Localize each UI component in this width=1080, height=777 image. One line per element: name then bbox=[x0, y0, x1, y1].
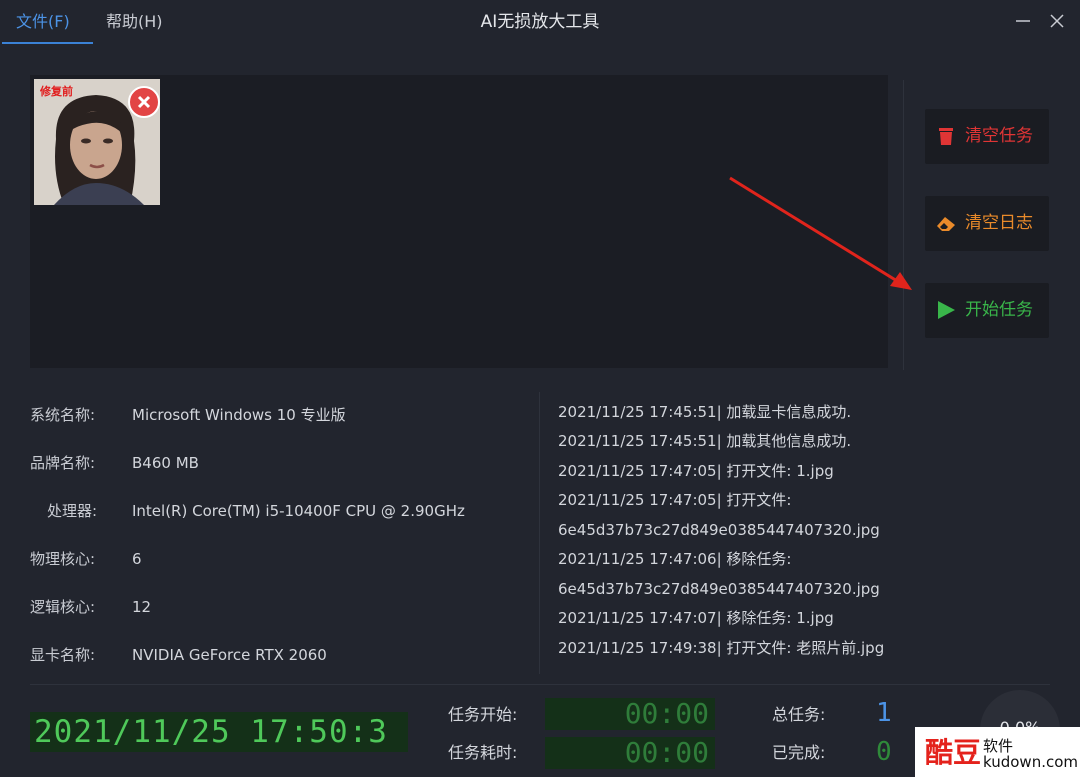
status-divider bbox=[30, 684, 1050, 685]
info-key: 物理核心: bbox=[30, 550, 96, 568]
eraser-icon bbox=[937, 217, 955, 231]
title-bar: 文件(F) 帮助(H) AI无损放大工具 bbox=[0, 0, 1080, 44]
task-start-timer: 00:00 bbox=[545, 698, 715, 730]
clock-display: 2021/11/25 17:50:3 bbox=[30, 712, 408, 752]
info-key: 逻辑核心: bbox=[30, 598, 96, 616]
done-tasks-label: 已完成: bbox=[772, 743, 826, 762]
watermark-text-bottom: kudown.com bbox=[983, 753, 1079, 771]
info-value: 12 bbox=[132, 598, 152, 616]
total-tasks-count: 1 bbox=[876, 698, 892, 728]
log-line: 2021/11/25 17:47:05| 打开文件: 1.jpg bbox=[558, 462, 834, 480]
log-line: 2021/11/25 17:45:51| 加载显卡信息成功. bbox=[558, 403, 852, 421]
info-value: Microsoft Windows 10 专业版 bbox=[132, 406, 346, 424]
log-line: 6e45d37b73c27d849e0385447407320.jpg bbox=[558, 580, 880, 598]
thumbnail-label: 修复前 bbox=[40, 85, 73, 98]
total-tasks-label: 总任务: bbox=[772, 705, 826, 724]
start-task-button[interactable]: 开始任务 bbox=[925, 283, 1049, 338]
log-line: 6e45d37b73c27d849e0385447407320.jpg bbox=[558, 521, 880, 539]
task-start-label: 任务开始: bbox=[448, 705, 518, 724]
start-task-label: 开始任务 bbox=[965, 300, 1033, 320]
log-line: 2021/11/25 17:47:05| 打开文件: bbox=[558, 491, 792, 509]
trash-icon bbox=[939, 128, 953, 145]
info-key: 处理器: bbox=[47, 502, 98, 520]
watermark: 酷豆 软件 kudown.com bbox=[915, 727, 1080, 777]
clear-tasks-label: 清空任务 bbox=[965, 126, 1033, 146]
watermark-logo: 酷豆 bbox=[925, 736, 982, 769]
info-value: NVIDIA GeForce RTX 2060 bbox=[132, 646, 327, 664]
info-value: Intel(R) Core(TM) i5-10400F CPU @ 2.90GH… bbox=[132, 502, 465, 520]
play-icon bbox=[938, 301, 955, 319]
task-elapsed-label: 任务耗时: bbox=[448, 743, 518, 762]
task-elapsed-timer: 00:00 bbox=[545, 737, 715, 769]
info-key: 系统名称: bbox=[30, 406, 96, 424]
clear-tasks-button[interactable]: 清空任务 bbox=[925, 109, 1049, 164]
log-line: 2021/11/25 17:49:38| 打开文件: 老照片前.jpg bbox=[558, 639, 885, 657]
task-thumbnail[interactable]: 修复前 bbox=[34, 79, 160, 205]
annotation-arrow bbox=[729, 176, 912, 290]
menu-file-underline bbox=[2, 42, 93, 44]
info-log-divider bbox=[539, 392, 540, 674]
log-line: 2021/11/25 17:45:51| 加载其他信息成功. bbox=[558, 432, 852, 450]
minimize-icon[interactable] bbox=[1012, 10, 1034, 32]
log-line: 2021/11/25 17:47:06| 移除任务: bbox=[558, 550, 792, 568]
remove-task-icon[interactable] bbox=[128, 86, 160, 118]
done-tasks-count: 0 bbox=[876, 737, 892, 767]
info-key: 显卡名称: bbox=[30, 646, 96, 664]
info-value: 6 bbox=[132, 550, 142, 568]
info-key: 品牌名称: bbox=[30, 454, 96, 472]
clear-log-button[interactable]: 清空日志 bbox=[925, 196, 1049, 251]
app-title: AI无损放大工具 bbox=[480, 12, 600, 32]
log-line: 2021/11/25 17:47:07| 移除任务: 1.jpg bbox=[558, 609, 834, 627]
close-icon[interactable] bbox=[1046, 10, 1068, 32]
info-value: B460 MB bbox=[132, 454, 199, 472]
clear-log-label: 清空日志 bbox=[965, 213, 1033, 233]
